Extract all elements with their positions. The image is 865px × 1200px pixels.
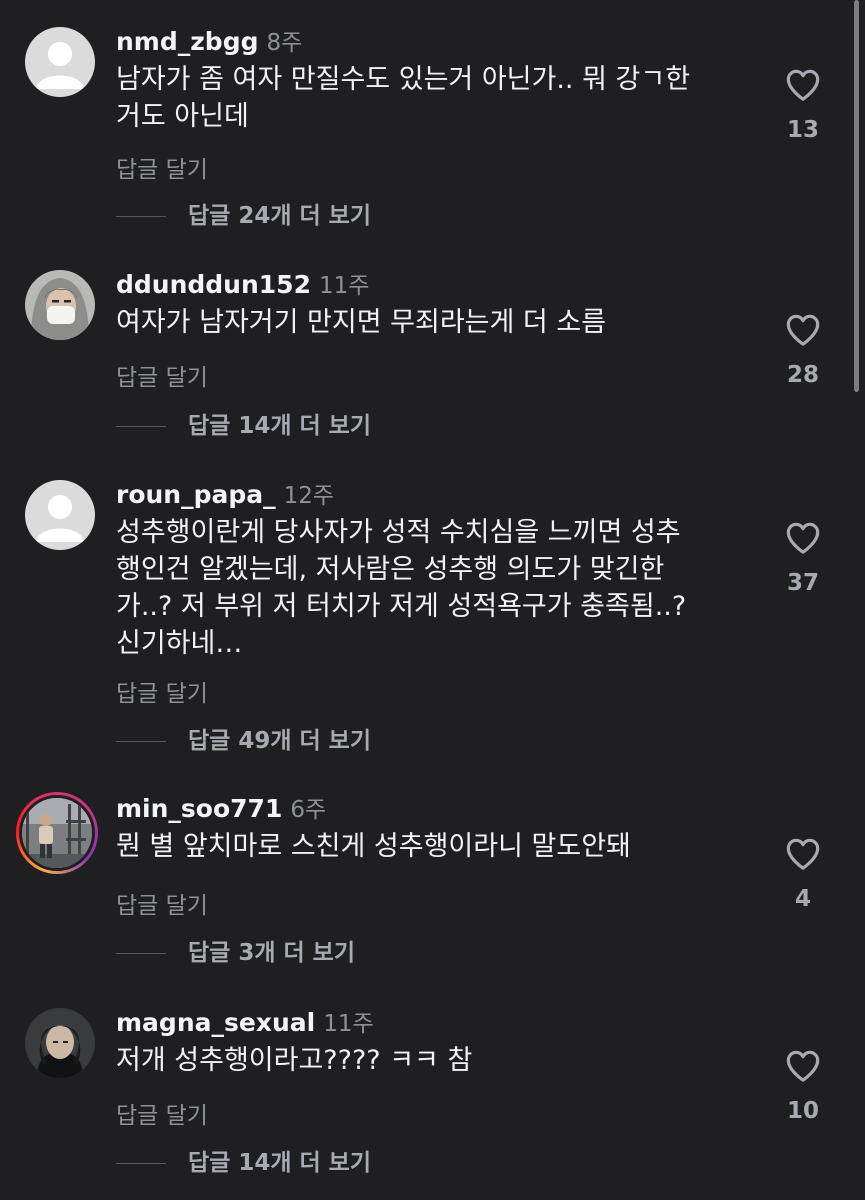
reply-button[interactable]: 답글 달기 [116,358,208,392]
comment-text-line: 여자가 남자거기 만지면 무죄라는게 더 소름 [116,307,607,338]
comment-text-line: 성추행이란게 당사자가 성적 수치심을 느끼면 성추 [116,517,681,548]
comment-text: 뭔 별 앞치마로 스친게 성추행이라니 말도안돼 [116,828,736,865]
like-button[interactable]: 37 [770,518,836,596]
username[interactable]: ddunddun152 [116,270,311,299]
reply-button[interactable]: 답글 달기 [116,674,208,708]
like-button[interactable]: 4 [770,834,836,912]
view-replies-label: 답글 24개 더 보기 [188,203,371,229]
like-count: 4 [794,886,811,912]
view-replies-button[interactable]: 답글 24개 더 보기 [116,201,371,231]
replies-divider [116,1163,166,1164]
avatar[interactable] [25,27,95,97]
comment-header: magna_sexual 11주 [116,1006,374,1040]
default-avatar-icon [25,480,95,550]
username[interactable]: magna_sexual [116,1008,315,1037]
like-button[interactable]: 13 [770,65,836,143]
view-replies-label: 답글 3개 더 보기 [188,940,355,966]
view-replies-button[interactable]: 답글 14개 더 보기 [116,411,371,441]
comment-text-line: 신기하네… [116,628,243,659]
replies-divider [116,953,166,954]
like-count: 10 [786,1098,819,1124]
timestamp: 11주 [323,1011,374,1037]
timestamp: 6주 [290,797,327,823]
comment-text-line: 거도 아닌데 [116,101,249,132]
comment-header: min_soo771 6주 [116,792,326,826]
heart-outline-icon [786,522,820,554]
comment-text-line: 남자가 좀 여자 만질수도 있는거 아닌가.. 뭐 강ㄱ한 [116,64,691,95]
scrollbar[interactable] [854,0,859,392]
heart-outline-icon [786,1050,820,1082]
reply-button[interactable]: 답글 달기 [116,1096,208,1130]
replies-divider [116,426,166,427]
comment-text: 성추행이란게 당사자가 성적 수치심을 느끼면 성추 행인건 알겠는데, 저사람… [116,514,736,662]
avatar[interactable] [25,270,95,340]
username[interactable]: roun_papa_ [116,480,276,509]
avatar-story-ring[interactable] [16,792,98,874]
comment-header: nmd_zbgg 8주 [116,25,302,59]
heart-outline-icon [786,69,820,101]
user-photo-icon [25,270,95,340]
view-replies-button[interactable]: 답글 14개 더 보기 [116,1148,371,1178]
comment-text: 남자가 좀 여자 만질수도 있는거 아닌가.. 뭐 강ㄱ한 거도 아닌데 [116,61,736,135]
like-count: 13 [786,117,819,143]
replies-divider [116,216,166,217]
comment-text-line: 저개 성추행이라고???? ㅋㅋ 참 [116,1045,473,1076]
comment-header: ddunddun152 11주 [116,268,369,302]
comment-text-line: 행인건 알겠는데, 저사람은 성추행 의도가 맞긴한 [116,554,665,585]
view-replies-button[interactable]: 답글 3개 더 보기 [116,938,355,968]
heart-outline-icon [786,838,820,870]
comment-text-line: 뭔 별 앞치마로 스친게 성추행이라니 말도안돼 [116,831,631,862]
view-replies-label: 답글 14개 더 보기 [188,1150,371,1176]
username[interactable]: nmd_zbgg [116,27,258,56]
comment-header: roun_papa_ 12주 [116,478,334,512]
like-button[interactable]: 10 [770,1046,836,1124]
avatar [19,795,95,871]
timestamp: 12주 [283,483,335,509]
timestamp: 11주 [318,273,370,299]
user-photo-icon [25,1008,95,1078]
avatar[interactable] [25,480,95,550]
user-photo-icon [22,798,92,868]
reply-button[interactable]: 답글 달기 [116,886,208,920]
comment-text-line: 가..? 저 부위 저 터치가 저게 성적욕구가 충족됨..? [116,591,687,622]
view-replies-label: 답글 49개 더 보기 [188,728,371,754]
heart-outline-icon [786,314,820,346]
replies-divider [116,741,166,742]
view-replies-label: 답글 14개 더 보기 [188,413,371,439]
username[interactable]: min_soo771 [116,794,282,823]
comment-text: 저개 성추행이라고???? ㅋㅋ 참 [116,1042,736,1079]
like-count: 37 [786,570,819,596]
default-avatar-icon [25,27,95,97]
like-count: 28 [786,362,819,388]
like-button[interactable]: 28 [770,310,836,388]
avatar[interactable] [25,1008,95,1078]
view-replies-button[interactable]: 답글 49개 더 보기 [116,726,371,756]
reply-button[interactable]: 답글 달기 [116,150,208,184]
comment-text: 여자가 남자거기 만지면 무죄라는게 더 소름 [116,304,736,341]
timestamp: 8주 [266,30,303,56]
